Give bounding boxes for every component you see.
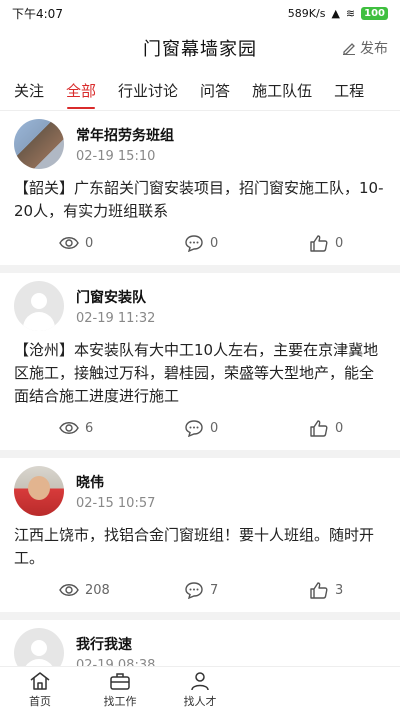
author-name[interactable]: 门窗安装队 [76, 287, 155, 307]
publish-label: 发布 [360, 41, 388, 57]
thumbs-up-icon [310, 420, 328, 437]
tab-all[interactable]: 全部 [66, 80, 96, 101]
edit-icon [343, 43, 355, 55]
comment-button[interactable]: 0 [184, 234, 309, 252]
like-button[interactable]: 0 [309, 234, 343, 252]
comment-count-value: 0 [210, 420, 219, 436]
post-stats: 208 7 3 [14, 580, 386, 600]
home-icon [30, 671, 50, 690]
post-card[interactable]: 晓伟 02-15 10:57 江西上饶市，找铝合金门窗班组！要十人班组。随时开工… [0, 458, 400, 612]
nav-item-4[interactable] [240, 667, 320, 712]
like-count-value: 3 [335, 582, 344, 598]
view-count: 0 [59, 234, 184, 252]
post-content[interactable]: 【韶关】广东韶关门窗安装项目，招门窗安施工队，10-20人，有实力班组联系 [14, 177, 386, 223]
nav-home[interactable]: 首页 [0, 667, 80, 712]
tab-construction-team[interactable]: 施工队伍 [252, 80, 312, 101]
like-count-value: 0 [335, 420, 344, 436]
post-date: 02-19 15:10 [76, 148, 156, 164]
nav-item-5[interactable] [320, 667, 400, 712]
view-count-value: 208 [85, 582, 110, 598]
eye-icon [59, 237, 79, 249]
post-feed[interactable]: 常年招劳务班组 02-19 15:10 【韶关】广东韶关门窗安装项目，招门窗安施… [0, 111, 400, 666]
author-name[interactable]: 晓伟 [76, 472, 155, 492]
avatar[interactable] [14, 466, 64, 516]
eye-icon [59, 584, 79, 596]
post-date: 02-19 08:38 [76, 657, 156, 667]
thumbs-up-icon [310, 235, 328, 252]
post-content[interactable]: 江西上饶市，找铝合金门窗班组！要十人班组。随时开工。 [14, 524, 386, 570]
post-card[interactable]: 我行我速 02-19 08:38 [0, 620, 400, 666]
tab-qa[interactable]: 问答 [200, 80, 230, 101]
signal-icon: ▲ [331, 6, 340, 20]
post-card[interactable]: 常年招劳务班组 02-19 15:10 【韶关】广东韶关门窗安装项目，招门窗安施… [0, 111, 400, 265]
post-date: 02-19 11:32 [76, 310, 156, 326]
author-name[interactable]: 我行我速 [76, 634, 155, 654]
like-count-value: 0 [335, 235, 344, 251]
publish-button[interactable]: 发布 [342, 38, 388, 58]
avatar[interactable] [14, 628, 64, 666]
post-content[interactable]: 【沧州】本安装队有大中工10人左右，主要在京津冀地区施工，接触过万科，碧桂园，荣… [14, 339, 386, 408]
wifi-icon: ≋ [345, 6, 356, 20]
comment-icon [185, 235, 203, 252]
comment-icon [185, 420, 203, 437]
nav-find-talent[interactable]: 找人才 [160, 667, 240, 712]
view-count-value: 6 [85, 420, 94, 436]
status-bar: 下午4:07 589K/s ▲ ≋ 100 [0, 0, 400, 26]
tab-industry-discussion[interactable]: 行业讨论 [118, 80, 178, 101]
avatar[interactable] [14, 119, 64, 169]
tab-engineering[interactable]: 工程 [334, 80, 364, 101]
category-tabs: 关注 全部 行业讨论 问答 施工队伍 工程 [0, 70, 400, 111]
battery-icon: 100 [361, 6, 388, 20]
post-stats: 0 0 0 [14, 233, 386, 253]
status-indicators: 589K/s ▲ ≋ 100 [287, 6, 388, 20]
post-card[interactable]: 门窗安装队 02-19 11:32 【沧州】本安装队有大中工10人左右，主要在京… [0, 273, 400, 450]
avatar[interactable] [14, 281, 64, 331]
status-time: 下午4:07 [12, 6, 63, 21]
post-stats: 6 0 0 [14, 418, 386, 438]
briefcase-icon [110, 672, 130, 690]
comment-button[interactable]: 0 [184, 419, 309, 437]
nav-find-job-label: 找工作 [103, 694, 137, 708]
page-title: 门窗幕墙家园 [143, 39, 257, 60]
like-button[interactable]: 3 [309, 581, 343, 599]
tab-follow[interactable]: 关注 [14, 80, 44, 101]
person-icon [191, 671, 209, 690]
nav-find-job[interactable]: 找工作 [80, 667, 160, 712]
view-count-value: 0 [85, 235, 94, 251]
author-name[interactable]: 常年招劳务班组 [76, 125, 174, 145]
view-count: 208 [59, 581, 184, 599]
post-date: 02-15 10:57 [76, 495, 156, 511]
comment-button[interactable]: 7 [184, 581, 309, 599]
nav-home-label: 首页 [29, 694, 51, 708]
comment-icon [185, 582, 203, 599]
eye-icon [59, 422, 79, 434]
view-count: 6 [59, 419, 184, 437]
like-button[interactable]: 0 [309, 419, 343, 437]
comment-count-value: 0 [210, 235, 219, 251]
comment-count-value: 7 [210, 582, 219, 598]
app-header: 门窗幕墙家园 发布 [0, 26, 400, 70]
bottom-nav: 首页 找工作 找人才 [0, 666, 400, 712]
network-speed: 589K/s [287, 6, 326, 20]
nav-find-talent-label: 找人才 [183, 694, 217, 708]
thumbs-up-icon [310, 582, 328, 599]
